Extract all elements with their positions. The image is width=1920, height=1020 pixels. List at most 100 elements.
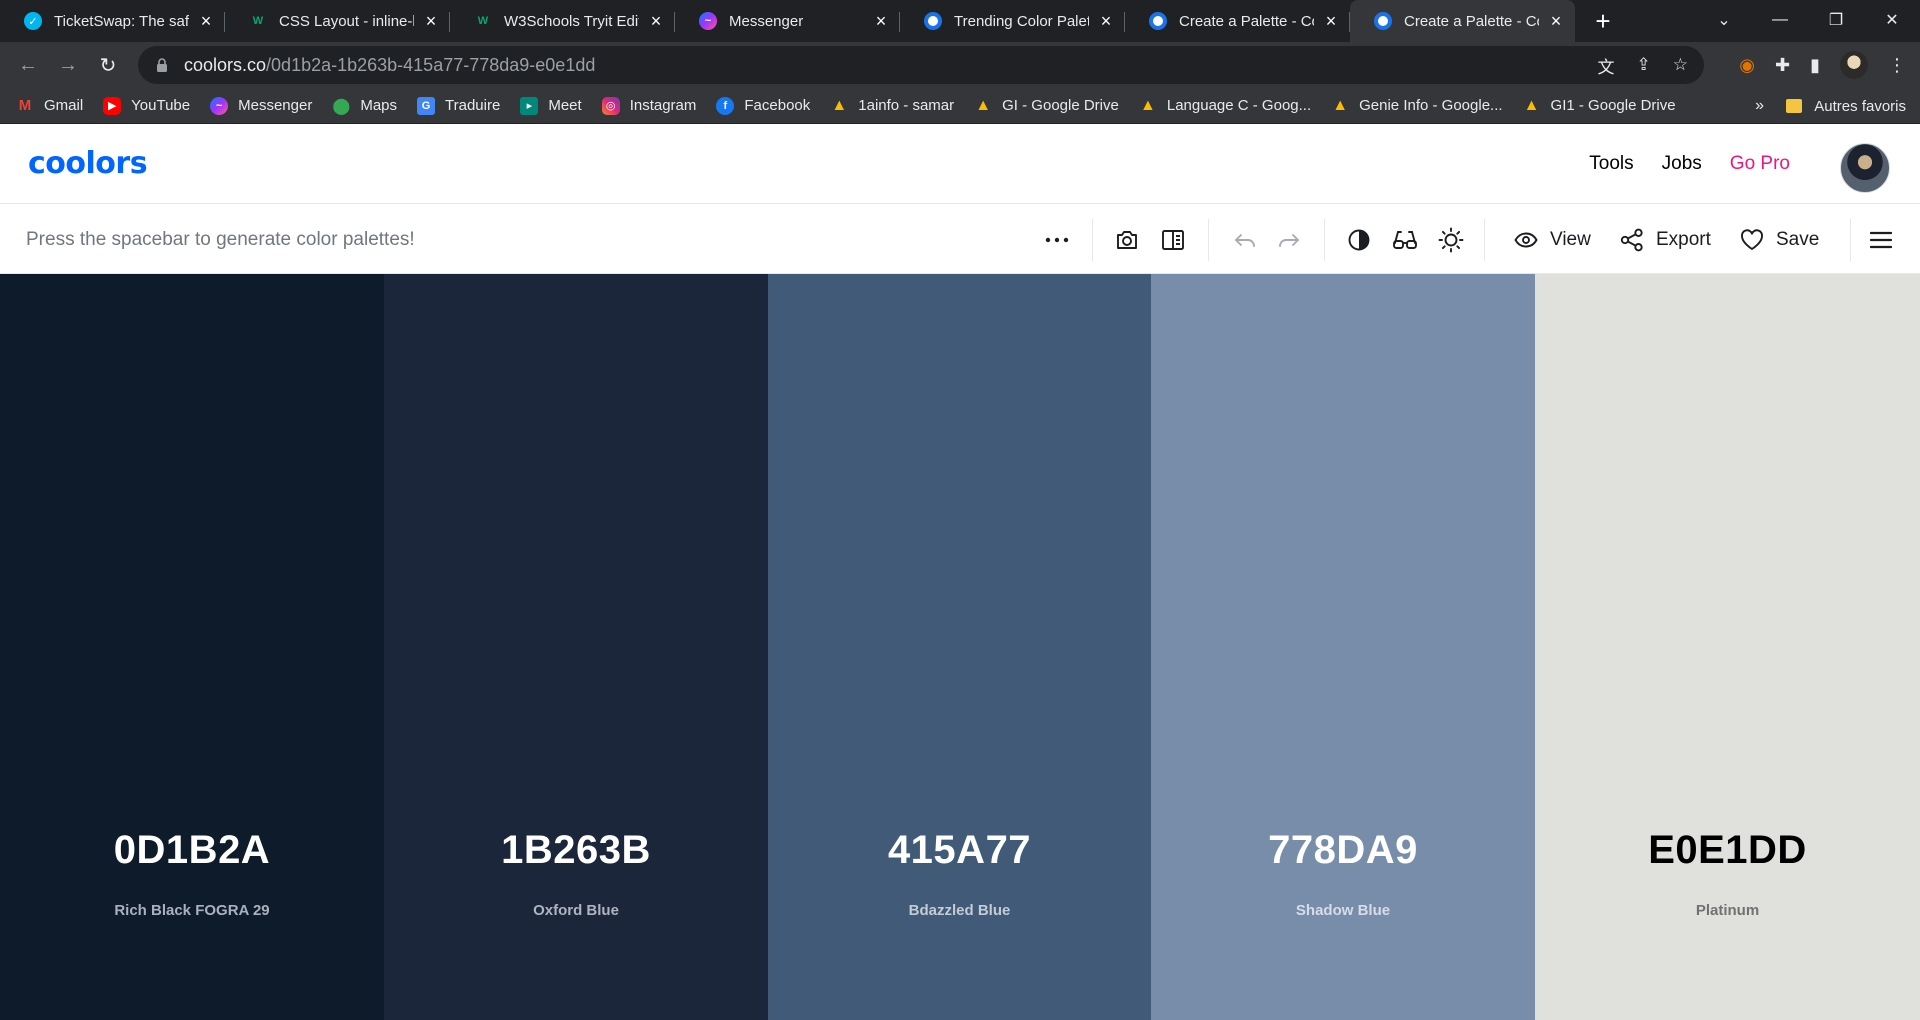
browser-tab-active[interactable]: Create a Palette - Coolors × bbox=[1350, 0, 1575, 42]
close-tab-icon[interactable]: × bbox=[1322, 11, 1340, 31]
contrast-icon[interactable] bbox=[1344, 205, 1374, 274]
other-bookmarks-folder[interactable]: Autres favoris bbox=[1786, 88, 1906, 124]
view-button[interactable]: View bbox=[1514, 205, 1591, 274]
back-icon[interactable]: ← bbox=[8, 45, 48, 85]
bookmark-facebook[interactable]: f Facebook bbox=[716, 96, 810, 115]
browser-tab[interactable]: Create a Palette - Coolors × bbox=[1125, 0, 1350, 42]
browser-tab[interactable]: W CSS Layout - inline-block × bbox=[225, 0, 450, 42]
omnibox[interactable]: coolors.co/0d1b2a-1b263b-415a77-778da9-e… bbox=[138, 46, 1704, 84]
bookmark-star-icon[interactable]: ☆ bbox=[1673, 55, 1688, 75]
color-swatch[interactable]: 0D1B2A Rich Black FOGRA 29 bbox=[0, 274, 384, 1020]
browser-tab[interactable]: Trending Color Palettes × bbox=[900, 0, 1125, 42]
tab-search-icon[interactable]: ⌄ bbox=[1696, 0, 1752, 40]
forward-icon[interactable]: → bbox=[48, 45, 88, 85]
folder-icon bbox=[1786, 99, 1803, 113]
side-panel-icon[interactable]: ▮ bbox=[1810, 55, 1820, 76]
coolors-logo[interactable]: coolors bbox=[28, 146, 148, 181]
swatch-color-name[interactable]: Platinum bbox=[1535, 902, 1920, 919]
color-swatch[interactable]: E0E1DD Platinum bbox=[1535, 274, 1920, 1020]
undo-icon[interactable] bbox=[1230, 205, 1260, 274]
hamburger-menu-icon[interactable] bbox=[1866, 205, 1896, 274]
swatch-hex[interactable]: 778DA9 bbox=[1151, 828, 1535, 873]
color-swatch[interactable]: 1B263B Oxford Blue bbox=[384, 274, 768, 1020]
browser-tab-bar: ✓ TicketSwap: The safest × W CSS Layout … bbox=[0, 0, 1920, 42]
extensions-area: ◉ ✚ ▮ ⋮ bbox=[1739, 42, 1906, 88]
bookmark-label: 1ainfo - samar bbox=[858, 97, 955, 114]
reload-icon[interactable]: ↻ bbox=[88, 45, 128, 85]
bookmark-drive[interactable]: ▲ 1ainfo - samar bbox=[830, 97, 954, 115]
user-avatar[interactable] bbox=[1840, 143, 1890, 193]
bookmark-drive[interactable]: ▲ GI - Google Drive bbox=[974, 97, 1119, 115]
tab-title: CSS Layout - inline-block bbox=[279, 12, 414, 30]
swatch-hex[interactable]: 1B263B bbox=[384, 828, 768, 873]
nav-go-pro[interactable]: Go Pro bbox=[1730, 153, 1790, 175]
bookmark-gmail[interactable]: M Gmail bbox=[16, 97, 83, 115]
profile-avatar[interactable] bbox=[1840, 51, 1868, 79]
save-button[interactable]: Save bbox=[1740, 205, 1819, 274]
export-button[interactable]: Export bbox=[1620, 205, 1711, 274]
close-tab-icon[interactable]: × bbox=[1097, 11, 1115, 31]
more-options-icon[interactable] bbox=[1040, 205, 1074, 274]
google-drive-icon: ▲ bbox=[975, 96, 992, 114]
bookmark-label: Genie Info - Google... bbox=[1359, 97, 1503, 114]
swatch-hex[interactable]: 0D1B2A bbox=[0, 828, 384, 873]
restore-icon[interactable]: ❐ bbox=[1808, 0, 1864, 40]
swatch-hex[interactable]: E0E1DD bbox=[1535, 828, 1920, 873]
coolors-icon bbox=[1374, 12, 1392, 30]
color-swatch[interactable]: 415A77 Bdazzled Blue bbox=[768, 274, 1151, 1020]
bookmark-instagram[interactable]: ◎ Instagram bbox=[601, 96, 696, 115]
bookmark-messenger[interactable]: ~ Messenger bbox=[210, 96, 312, 115]
bookmark-label: Maps bbox=[360, 97, 398, 114]
swatch-color-name[interactable]: Rich Black FOGRA 29 bbox=[0, 902, 384, 919]
puzzle-icon[interactable]: ✚ bbox=[1775, 55, 1790, 76]
bookmarks-overflow-button[interactable]: » bbox=[1755, 88, 1764, 124]
bookmark-drive[interactable]: ▲ Language C - Goog... bbox=[1139, 97, 1311, 115]
bookmark-youtube[interactable]: ▶ YouTube bbox=[103, 96, 190, 115]
eye-icon bbox=[1514, 232, 1538, 247]
swatch-hex[interactable]: 415A77 bbox=[768, 828, 1151, 873]
translate-icon: G bbox=[417, 96, 436, 115]
nav-tools[interactable]: Tools bbox=[1589, 153, 1633, 175]
url-text[interactable]: coolors.co/0d1b2a-1b263b-415a77-778da9-e… bbox=[184, 55, 595, 76]
new-tab-button[interactable]: + bbox=[1583, 0, 1623, 42]
bookmark-maps[interactable]: ⬤ Maps bbox=[332, 97, 397, 115]
bookmark-meet[interactable]: ▸ Meet bbox=[520, 96, 582, 115]
close-window-icon[interactable]: ✕ bbox=[1864, 0, 1920, 40]
menu-dots-icon[interactable]: ⋮ bbox=[1888, 55, 1906, 76]
bookmark-label: Meet bbox=[548, 97, 582, 114]
tab-title: Messenger bbox=[729, 12, 804, 30]
bookmark-drive[interactable]: ▲ Genie Info - Google... bbox=[1331, 97, 1502, 115]
close-tab-icon[interactable]: × bbox=[422, 11, 440, 31]
browser-tab[interactable]: W W3Schools Tryit Editor × bbox=[450, 0, 675, 42]
brightness-icon[interactable] bbox=[1436, 205, 1466, 274]
bookmark-label: GI - Google Drive bbox=[1002, 97, 1119, 114]
browser-tab[interactable]: ~ Messenger × bbox=[675, 0, 900, 42]
close-tab-icon[interactable]: × bbox=[197, 11, 215, 31]
bookmark-drive[interactable]: ▲ GI1 - Google Drive bbox=[1523, 97, 1676, 115]
nav-jobs[interactable]: Jobs bbox=[1662, 153, 1702, 175]
coolors-page: coolors Tools Jobs Go Pro Press the spac… bbox=[0, 124, 1920, 1020]
view-layout-icon[interactable] bbox=[1158, 205, 1188, 274]
bookmark-label: GI1 - Google Drive bbox=[1550, 97, 1676, 114]
coolors-icon bbox=[924, 12, 942, 30]
url-path: /0d1b2a-1b263b-415a77-778da9-e0e1dd bbox=[266, 54, 596, 75]
color-swatch[interactable]: 778DA9 Shadow Blue bbox=[1151, 274, 1535, 1020]
camera-icon[interactable] bbox=[1112, 205, 1142, 274]
bookmark-traduire[interactable]: G Traduire bbox=[417, 96, 500, 115]
swatch-color-name[interactable]: Bdazzled Blue bbox=[768, 902, 1151, 919]
glasses-icon[interactable] bbox=[1390, 205, 1420, 274]
close-tab-icon[interactable]: × bbox=[872, 11, 890, 31]
close-tab-icon[interactable]: × bbox=[647, 11, 665, 31]
bookmark-label: Language C - Goog... bbox=[1166, 97, 1312, 114]
share-icon[interactable]: ⇪ bbox=[1637, 55, 1651, 75]
minimize-icon[interactable]: — bbox=[1752, 0, 1808, 40]
lock-icon bbox=[156, 58, 168, 72]
close-tab-icon[interactable]: × bbox=[1547, 11, 1565, 31]
swatch-color-name[interactable]: Oxford Blue bbox=[384, 902, 768, 919]
translate-icon[interactable]: 文 bbox=[1598, 53, 1615, 78]
redo-icon[interactable] bbox=[1274, 205, 1304, 274]
swatch-color-name[interactable]: Shadow Blue bbox=[1151, 902, 1535, 919]
browser-tab[interactable]: ✓ TicketSwap: The safest × bbox=[0, 0, 225, 42]
gmail-icon: M bbox=[18, 97, 32, 114]
extension-icon[interactable]: ◉ bbox=[1739, 55, 1755, 76]
